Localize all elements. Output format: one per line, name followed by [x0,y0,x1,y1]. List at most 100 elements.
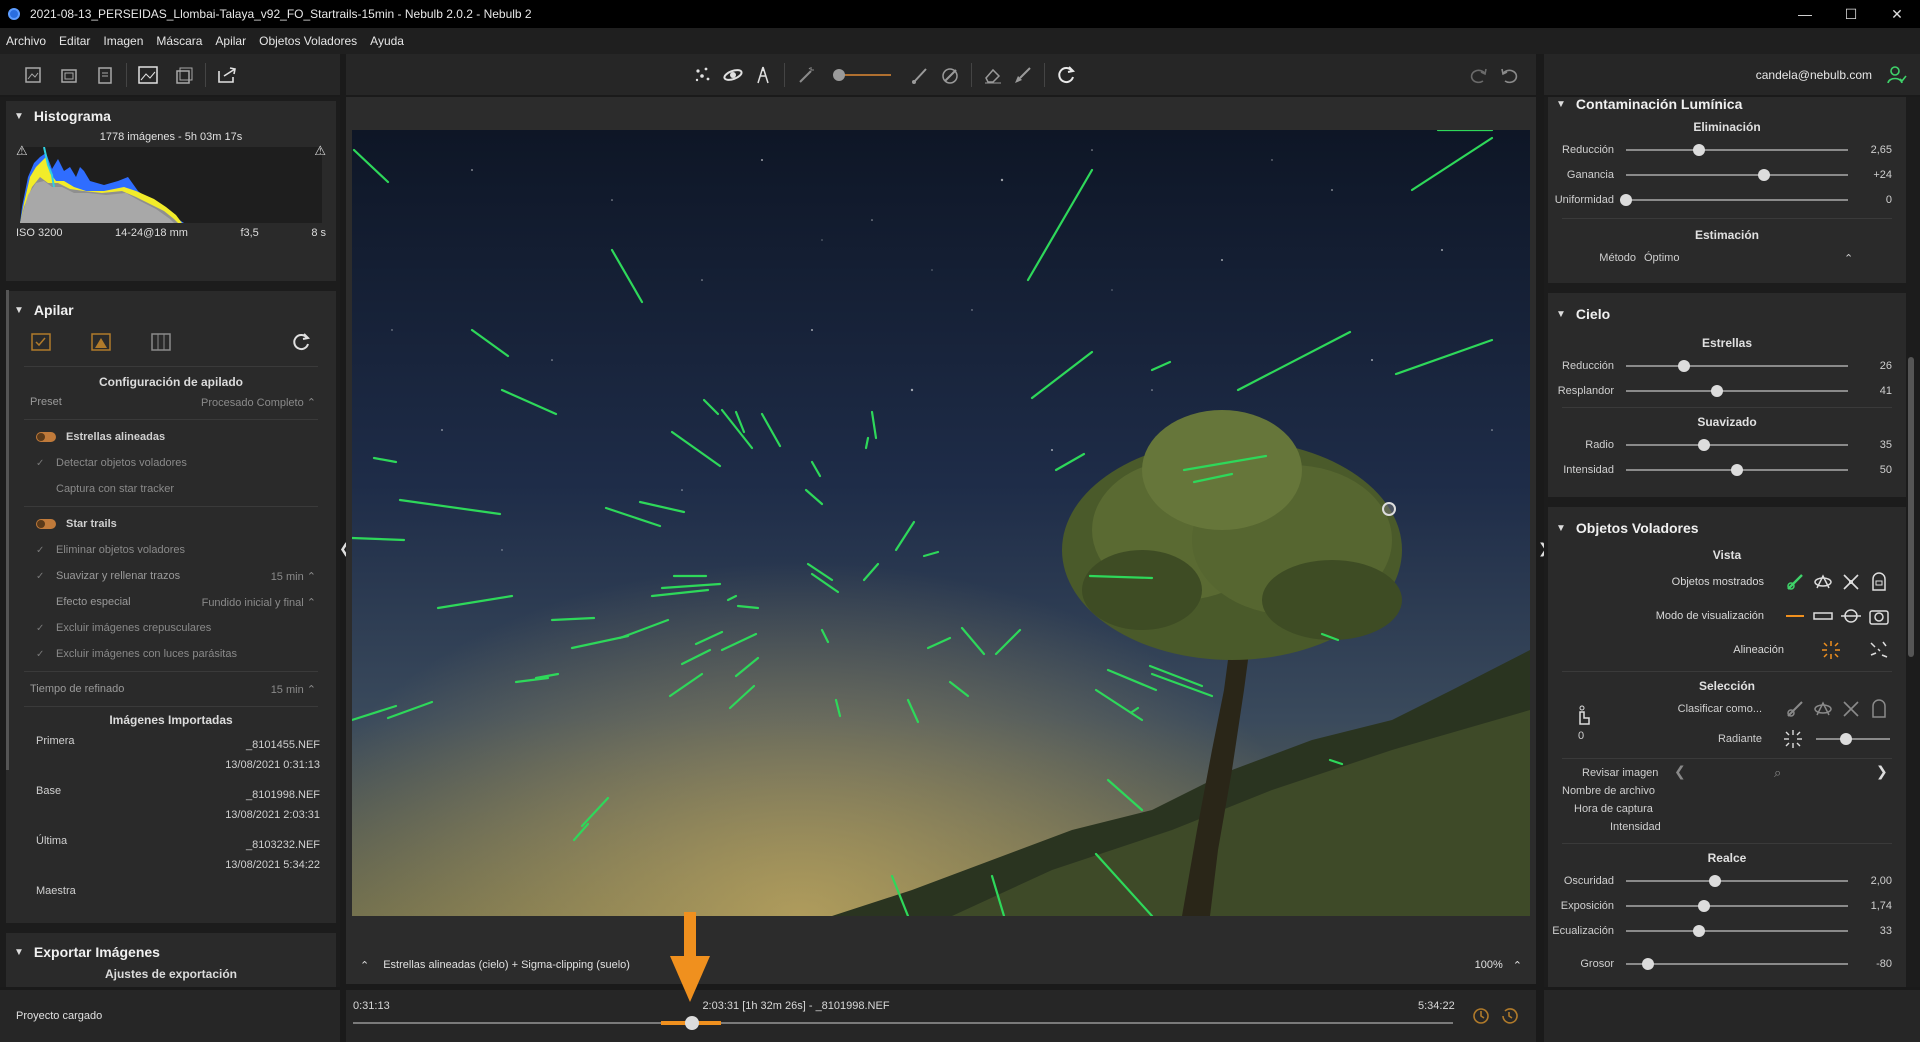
menu-apilar[interactable]: Apilar [215,34,246,48]
lp-uniformity-slider[interactable]: Uniformidad 0 [1548,187,1906,212]
thickness-track[interactable] [1626,957,1848,970]
star-trails-toggle[interactable] [36,519,56,529]
zoom-select-icon[interactable]: ⌃ [1513,959,1522,972]
sky-header[interactable]: ▼ Cielo [1548,299,1906,329]
sky-radius-knob[interactable] [1697,438,1710,451]
maximize-button[interactable]: ☐ [1828,0,1874,28]
next-image-icon[interactable]: ❯ [1876,763,1888,780]
lp-reduction-track[interactable] [1626,143,1848,156]
right-scrollbar[interactable] [1908,357,1914,657]
star-tracker-row[interactable]: Captura con star tracker [6,476,336,502]
sky-intensity-slider[interactable]: Intensidad 50 [1548,457,1906,482]
refine-select[interactable]: 15 min ⌃ [271,683,316,696]
radiant-align-icon[interactable] [1820,639,1842,661]
radiant-icon[interactable] [1782,728,1804,750]
lp-gain-slider[interactable]: Ganancia +24 [1548,162,1906,187]
equalization-track[interactable] [1626,924,1848,937]
stack-image-icon[interactable] [90,332,112,355]
clear-brush-icon[interactable] [1012,64,1034,86]
left-scrollbar[interactable] [6,290,9,770]
check-icon[interactable]: ✓ [36,571,46,582]
export-header[interactable]: ▼ Exportar Imágenes [6,937,336,967]
brush-icon[interactable] [909,64,931,86]
eraser-icon[interactable] [982,64,1004,86]
user-account-icon[interactable] [1886,64,1908,86]
timeline-track[interactable] [353,1022,1453,1024]
stack-mode-label[interactable]: Estrellas alineadas (cielo) + Sigma-clip… [383,959,630,971]
batch-icon[interactable] [173,64,195,86]
stack-mode-select[interactable]: ⌃ [360,959,369,972]
review-search-icon[interactable]: ⌕ [1774,765,1781,781]
magic-wand-icon[interactable] [795,64,817,86]
prev-image-icon[interactable]: ❮ [1674,763,1686,780]
menu-objetos-voladores[interactable]: Objetos Voladores [259,34,357,48]
equalization-knob[interactable] [1693,924,1706,937]
stack-checklist-icon[interactable] [30,332,52,355]
shadow-clip-warning-icon[interactable]: ⚠ [16,143,28,159]
timeline-history-icon[interactable] [1499,1006,1519,1029]
import-images-icon[interactable] [22,64,44,86]
stack-frames-icon[interactable] [150,332,172,355]
user-email[interactable]: candela@nebulb.com [1756,68,1872,82]
refine-row[interactable]: Tiempo de refinado 15 min ⌃ [6,676,336,702]
exposure-knob[interactable] [1697,899,1710,912]
airplane-filter-icon[interactable] [1840,571,1862,593]
menu-editar[interactable]: Editar [59,34,90,48]
menu-ayuda[interactable]: Ayuda [370,34,404,48]
sky-intensity-knob[interactable] [1731,463,1743,476]
thickness-knob[interactable] [1642,957,1655,970]
image-view-icon[interactable] [137,64,159,86]
flying-objects-header[interactable]: ▼ Objetos Voladores [1548,513,1906,543]
sky-glow-knob[interactable] [1711,384,1724,397]
lp-gain-track[interactable] [1626,168,1848,181]
meteor-filter-icon[interactable] [1784,571,1806,593]
check-icon[interactable]: ✓ [36,545,46,556]
histogram-header[interactable]: ▼ Histograma [6,101,336,131]
check-icon[interactable]: ✓ [36,623,46,634]
tower-tool-icon[interactable] [752,64,774,86]
exposure-slider[interactable]: Exposición 1,74 [1548,893,1906,918]
effect-select[interactable]: Fundido inicial y final ⌃ [202,596,316,609]
undo-icon[interactable] [1498,64,1520,86]
classify-other-icon[interactable] [1868,698,1890,720]
lp-uniformity-knob[interactable] [1620,193,1632,206]
equalization-slider[interactable]: Ecualización 33 [1548,918,1906,943]
photo-canvas[interactable] [352,130,1530,916]
timeline-knob[interactable] [685,1016,699,1030]
sky-reduction-slider[interactable]: Reducción 26 [1548,353,1906,378]
box-mode-icon[interactable] [1812,605,1834,627]
other-filter-icon[interactable] [1868,571,1890,593]
timeline-clock-icon[interactable] [1471,1006,1491,1029]
exclude-parasite-row[interactable]: ✓ Excluir imágenes con luces parásitas [6,641,336,667]
detect-flying-row[interactable]: ✓ Detectar objetos voladores [6,450,336,476]
sky-radius-slider[interactable]: Radio 35 [1548,432,1906,457]
aligned-stars-toggle[interactable] [36,432,56,442]
method-select-icon[interactable]: ⌃ [1844,252,1853,265]
sky-intensity-track[interactable] [1626,463,1848,476]
classify-airplane-icon[interactable] [1840,698,1862,720]
minimize-button[interactable]: — [1782,0,1828,28]
light-pollution-header[interactable]: ▼ Contaminación Lumínica [1548,97,1906,117]
darkness-track[interactable] [1626,874,1848,887]
stack-header[interactable]: ▼ Apilar [6,295,336,325]
smart-brush-icon[interactable] [939,64,961,86]
refresh-icon[interactable] [1055,64,1077,86]
sky-glow-track[interactable] [1626,384,1848,397]
smooth-select[interactable]: 15 min ⌃ [271,570,316,583]
classify-meteor-icon[interactable] [1784,698,1806,720]
close-button[interactable]: ✕ [1874,0,1920,28]
menu-archivo[interactable]: Archivo [6,34,46,48]
darkness-knob[interactable] [1708,874,1721,887]
preset-row[interactable]: Preset Procesado Completo ⌃ [6,389,336,415]
check-icon[interactable]: ✓ [36,649,46,660]
brush-size-slider[interactable] [833,65,893,85]
remove-flying-row[interactable]: ✓ Eliminar objetos voladores [6,537,336,563]
lp-gain-knob[interactable] [1757,168,1770,181]
lp-uniformity-track[interactable] [1620,193,1848,206]
export-icon[interactable] [216,64,238,86]
pointer-icon[interactable] [1572,704,1594,729]
sky-glow-slider[interactable]: Resplandor 41 [1548,378,1906,403]
exposure-track[interactable] [1626,899,1848,912]
target-mode-icon[interactable] [1840,605,1862,627]
exclude-twilight-row[interactable]: ✓ Excluir imágenes crepusculares [6,615,336,641]
